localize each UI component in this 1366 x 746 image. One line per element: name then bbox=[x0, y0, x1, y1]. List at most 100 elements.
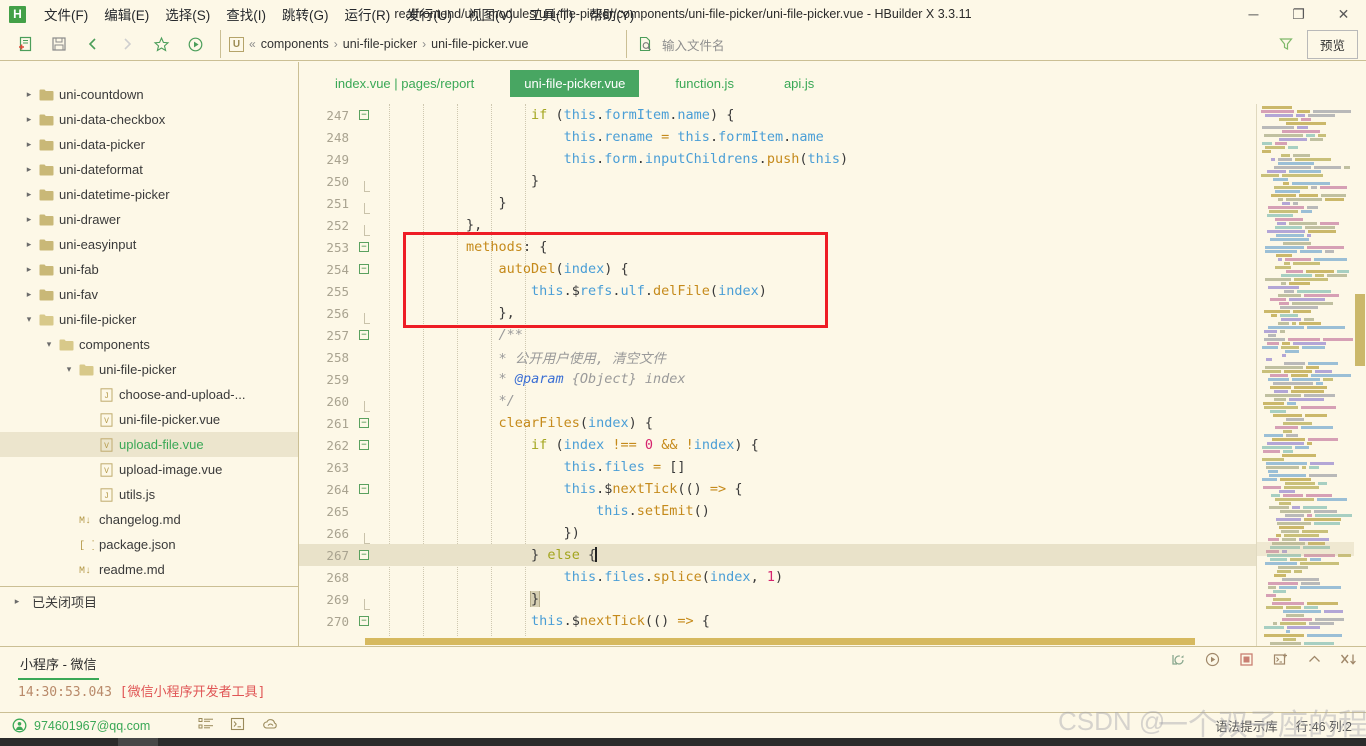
cloud-icon[interactable] bbox=[262, 717, 279, 734]
tree-node[interactable]: ▸Vupload-image.vue bbox=[0, 457, 298, 482]
run-icon[interactable] bbox=[180, 31, 210, 57]
taskbar-active-item[interactable] bbox=[118, 738, 158, 746]
menu-select[interactable]: 选择(S) bbox=[157, 1, 218, 27]
code-editor[interactable]: 247− if (this.formItem.name) {248 this.r… bbox=[299, 104, 1366, 646]
code-line[interactable]: 250 } bbox=[299, 170, 1366, 192]
tree-node[interactable]: ▸ uni-drawer bbox=[0, 207, 298, 232]
chevron-right-icon[interactable]: ▸ bbox=[22, 189, 36, 200]
tree-node[interactable]: ▾ components bbox=[0, 332, 298, 357]
back-icon[interactable] bbox=[78, 31, 108, 57]
fold-toggle-icon[interactable]: − bbox=[355, 550, 373, 560]
breadcrumb[interactable]: U « components › uni-file-picker › uni-f… bbox=[220, 30, 620, 58]
fold-toggle-icon[interactable]: − bbox=[355, 484, 373, 494]
code-line[interactable]: 266 }) bbox=[299, 522, 1366, 544]
fold-toggle-icon[interactable]: − bbox=[355, 264, 373, 274]
tree-node[interactable]: ▸ uni-easyinput bbox=[0, 232, 298, 257]
code-line[interactable]: 265 this.setEmit() bbox=[299, 500, 1366, 522]
fold-toggle-icon[interactable]: − bbox=[355, 616, 373, 626]
code-line[interactable]: 262− if (index !== 0 && !index) { bbox=[299, 434, 1366, 456]
reload-icon[interactable] bbox=[1168, 649, 1188, 669]
tree-node[interactable]: ▾ uni-file-picker bbox=[0, 307, 298, 332]
code-line[interactable]: 263 this.files = [] bbox=[299, 456, 1366, 478]
forward-icon[interactable] bbox=[112, 31, 142, 57]
chevron-right-icon[interactable]: ▸ bbox=[22, 214, 36, 225]
new-terminal-icon[interactable] bbox=[1270, 649, 1290, 669]
tree-node[interactable]: ▸Jchoose-and-upload-... bbox=[0, 382, 298, 407]
code-line[interactable]: 251 } bbox=[299, 192, 1366, 214]
tree-node[interactable]: ▸M↓changelog.md bbox=[0, 507, 298, 532]
save-icon[interactable] bbox=[44, 31, 74, 57]
code-line[interactable]: 264− this.$nextTick(() => { bbox=[299, 478, 1366, 500]
run-icon[interactable] bbox=[1202, 649, 1222, 669]
tree-node[interactable]: ▸ uni-data-picker bbox=[0, 132, 298, 157]
collapse-up-icon[interactable] bbox=[1304, 649, 1324, 669]
tree-node[interactable]: ▸ uni-dateformat bbox=[0, 157, 298, 182]
outline-icon[interactable] bbox=[198, 717, 214, 734]
closed-projects-row[interactable]: ▸ 已关闭项目 bbox=[0, 586, 298, 616]
stop-icon[interactable] bbox=[1236, 649, 1256, 669]
close-button[interactable]: ✕ bbox=[1321, 0, 1366, 28]
menu-tools[interactable]: 工具(T) bbox=[521, 1, 581, 27]
console-tab-wechat[interactable]: 小程序 - 微信 bbox=[18, 649, 99, 680]
breadcrumb-part-1[interactable]: uni-file-picker bbox=[343, 37, 417, 51]
chevron-right-icon[interactable]: ▸ bbox=[22, 89, 36, 100]
code-line[interactable]: 268 this.files.splice(index, 1) bbox=[299, 566, 1366, 588]
menu-run[interactable]: 运行(R) bbox=[337, 1, 399, 27]
favorite-star-icon[interactable] bbox=[146, 31, 176, 57]
minimize-button[interactable]: ─ bbox=[1231, 0, 1276, 28]
tree-node[interactable]: ▸Vupload-file.vue bbox=[0, 432, 298, 457]
chevron-right-icon[interactable]: ▸ bbox=[22, 264, 36, 275]
code-line[interactable]: 247− if (this.formItem.name) { bbox=[299, 104, 1366, 126]
tree-node[interactable]: ▸M↓readme.md bbox=[0, 557, 298, 582]
fold-toggle-icon[interactable]: − bbox=[355, 418, 373, 428]
code-line[interactable]: 267− } else { bbox=[299, 544, 1366, 566]
tree-node[interactable]: ▸Jutils.js bbox=[0, 482, 298, 507]
code-minimap[interactable] bbox=[1256, 104, 1354, 646]
code-line[interactable]: 253− methods: { bbox=[299, 236, 1366, 258]
chevron-right-icon[interactable]: ▸ bbox=[22, 114, 36, 125]
menu-help[interactable]: 帮助(Y) bbox=[581, 1, 642, 27]
code-line[interactable]: 255 this.$refs.ulf.delFile(index) bbox=[299, 280, 1366, 302]
chevron-right-icon[interactable]: ▸ bbox=[22, 239, 36, 250]
breadcrumb-part-0[interactable]: components bbox=[261, 37, 329, 51]
code-line[interactable]: 258 * 公开用户使用, 清空文件 bbox=[299, 346, 1366, 368]
tree-node[interactable]: ▸ uni-fab bbox=[0, 257, 298, 282]
menu-find[interactable]: 查找(I) bbox=[218, 1, 274, 27]
fold-toggle-icon[interactable]: − bbox=[355, 330, 373, 340]
tree-node[interactable]: ▾ uni-file-picker bbox=[0, 357, 298, 382]
code-line[interactable]: 269 } bbox=[299, 588, 1366, 610]
tree-node[interactable]: ▸ uni-fav bbox=[0, 282, 298, 307]
editor-tab[interactable]: index.vue | pages/report bbox=[321, 70, 488, 97]
code-line[interactable]: 260 */ bbox=[299, 390, 1366, 412]
new-file-icon[interactable] bbox=[10, 31, 40, 57]
menu-view[interactable]: 视图(V) bbox=[460, 1, 521, 27]
vertical-scrollbar-thumb[interactable] bbox=[1355, 294, 1365, 366]
menu-goto[interactable]: 跳转(G) bbox=[274, 1, 337, 27]
preview-button[interactable]: 预览 bbox=[1306, 29, 1358, 59]
chevron-down-icon[interactable]: ▾ bbox=[22, 314, 36, 325]
chevron-right-icon[interactable]: ▸ bbox=[22, 139, 36, 150]
code-line[interactable]: 254− autoDel(index) { bbox=[299, 258, 1366, 280]
code-line[interactable]: 261− clearFiles(index) { bbox=[299, 412, 1366, 434]
tree-node[interactable]: ▸ uni-countdown bbox=[0, 82, 298, 107]
tree-node[interactable]: ▸[ ]package.json bbox=[0, 532, 298, 557]
cursor-position-label[interactable]: 行:46 列:2 bbox=[1296, 716, 1352, 735]
editor-tab[interactable]: uni-file-picker.vue bbox=[510, 69, 640, 97]
minimap-viewport[interactable] bbox=[1257, 542, 1354, 556]
chevron-right-icon[interactable]: ▸ bbox=[22, 164, 36, 175]
code-line[interactable]: 259 * @param {Object} index bbox=[299, 368, 1366, 390]
code-line[interactable]: 252 }, bbox=[299, 214, 1366, 236]
tree-node[interactable]: ▸ uni-datetime-picker bbox=[0, 182, 298, 207]
status-account-group[interactable]: 974601967@qq.com bbox=[0, 718, 150, 733]
horizontal-scrollbar-thumb[interactable] bbox=[365, 638, 1195, 645]
horizontal-scrollbar[interactable] bbox=[299, 636, 1254, 646]
breadcrumb-part-2[interactable]: uni-file-picker.vue bbox=[431, 37, 528, 51]
code-line[interactable]: 256 }, bbox=[299, 302, 1366, 324]
code-line[interactable]: 249 this.form.inputChildrens.push(this) bbox=[299, 148, 1366, 170]
fold-toggle-icon[interactable]: − bbox=[355, 110, 373, 120]
tree-node[interactable]: ▸Vuni-file-picker.vue bbox=[0, 407, 298, 432]
menu-publish[interactable]: 发行(U) bbox=[398, 1, 460, 27]
editor-tab[interactable]: api.js bbox=[770, 70, 828, 97]
chevron-down-icon[interactable]: ▾ bbox=[42, 339, 56, 350]
chevron-right-icon[interactable]: ▸ bbox=[22, 289, 36, 300]
